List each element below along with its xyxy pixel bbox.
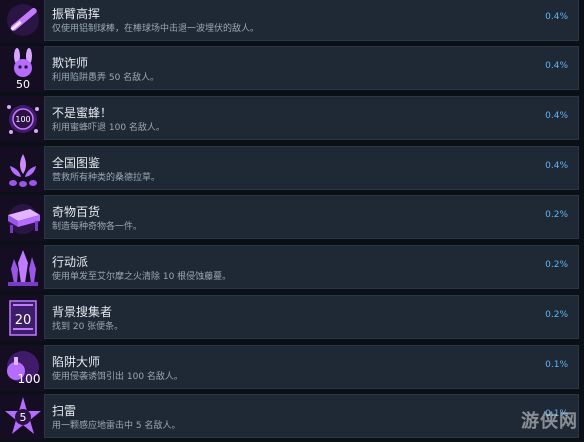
- icon-counter: 5: [20, 411, 27, 424]
- achievement-percent: 0.1%: [545, 360, 568, 370]
- achievement-panel: 扫雷 用一颗感应地雷击中 5 名敌人。 0.1%: [44, 394, 579, 438]
- note-icon: 20: [0, 295, 46, 341]
- achievement-row[interactable]: 全国图鉴 营救所有种类的桑德拉草。 0.4%: [0, 146, 584, 194]
- achievement-description: 利用蜜蜂吓退 100 名敌人。: [52, 123, 165, 133]
- icon-counter: 20: [15, 313, 32, 328]
- achievement-title: 陷阱大师: [52, 355, 101, 369]
- achievement-row[interactable]: 振臂高挥 仅使用铝制球棒，在棒球场中击退一波埋伏的敌人。 0.4%: [0, 0, 584, 45]
- achievement-description: 使用单发至艾尔摩之火清除 10 根侵蚀藤蔓。: [52, 272, 232, 282]
- achievement-row[interactable]: 100 陷阱大师 使用侵袭诱饵引出 100 名敌人。 0.1%: [0, 345, 584, 393]
- achievement-row[interactable]: 5 扫雷 用一颗感应地雷击中 5 名敌人。 0.1%: [0, 394, 584, 442]
- achievement-percent: 0.2%: [545, 210, 568, 220]
- achievement-panel: 不是蜜蜂！ 利用蜜蜂吓退 100 名敌人。 0.4%: [44, 96, 579, 140]
- achievement-title: 欺诈师: [52, 56, 89, 70]
- achievement-description: 用一颗感应地雷击中 5 名敌人。: [52, 421, 181, 431]
- achievement-description: 使用侵袭诱饵引出 100 名敌人。: [52, 372, 183, 382]
- bee-swarm-icon: 100: [0, 96, 46, 142]
- achievement-title: 奇物百货: [52, 205, 101, 219]
- achievement-description: 制造每种奇物各一件。: [52, 222, 143, 232]
- achievement-percent: 0.4%: [545, 111, 568, 121]
- achievement-description: 利用陷阱愚弄 50 名敌人。: [52, 73, 160, 83]
- achievement-title: 行动派: [52, 255, 89, 269]
- achievement-row[interactable]: 奇物百货 制造每种奇物各一件。 0.2%: [0, 195, 584, 243]
- achievement-percent: 0.2%: [545, 310, 568, 320]
- sundra-plant-icon: [0, 146, 46, 192]
- bunny-mask-icon: 50: [0, 46, 46, 92]
- achievement-panel: 全国图鉴 营救所有种类的桑德拉草。 0.4%: [44, 146, 579, 190]
- achievement-row[interactable]: 行动派 使用单发至艾尔摩之火清除 10 根侵蚀藤蔓。 0.2%: [0, 245, 584, 293]
- achievement-title: 振臂高挥: [52, 7, 101, 21]
- workbench-icon: [0, 195, 46, 241]
- achievement-percent: 0.2%: [545, 260, 568, 270]
- achievement-title: 全国图鉴: [52, 156, 101, 170]
- achievement-row[interactable]: 20 背景搜集者 找到 20 张便条。 0.2%: [0, 295, 584, 343]
- achievement-panel: 欺诈师 利用陷阱愚弄 50 名敌人。 0.4%: [44, 46, 579, 90]
- crystal-flame-icon: [0, 245, 46, 291]
- achievement-description: 仅使用铝制球棒，在棒球场中击退一波埋伏的敌人。: [52, 24, 260, 34]
- achievement-list: 振臂高挥 仅使用铝制球棒，在棒球场中击退一波埋伏的敌人。 0.4% 50 欺诈师…: [0, 0, 584, 440]
- mine-icon: 5: [0, 394, 46, 440]
- achievement-panel: 背景搜集者 找到 20 张便条。 0.2%: [44, 295, 579, 339]
- achievement-row[interactable]: 50 欺诈师 利用陷阱愚弄 50 名敌人。 0.4%: [0, 46, 584, 94]
- icon-counter: 100: [15, 115, 30, 124]
- icon-counter: 100: [18, 372, 41, 386]
- achievement-description: 找到 20 张便条。: [52, 322, 124, 332]
- achievement-description: 营救所有种类的桑德拉草。: [52, 173, 161, 183]
- achievement-percent: 0.4%: [545, 61, 568, 71]
- site-watermark: 游侠网: [521, 411, 578, 432]
- achievement-title: 扫雷: [52, 404, 77, 418]
- achievement-percent: 0.4%: [545, 161, 568, 171]
- achievement-panel: 奇物百货 制造每种奇物各一件。 0.2%: [44, 195, 579, 239]
- achievement-row[interactable]: 100 不是蜜蜂！ 利用蜜蜂吓退 100 名敌人。 0.4%: [0, 96, 584, 144]
- decoy-icon: 100: [0, 345, 46, 391]
- baseball-bat-icon: [0, 0, 46, 43]
- achievement-percent: 0.4%: [545, 12, 568, 22]
- achievement-panel: 陷阱大师 使用侵袭诱饵引出 100 名敌人。 0.1%: [44, 345, 579, 389]
- achievement-title: 不是蜜蜂！: [52, 106, 113, 120]
- icon-counter: 50: [16, 78, 30, 91]
- achievement-panel: 行动派 使用单发至艾尔摩之火清除 10 根侵蚀藤蔓。 0.2%: [44, 245, 579, 289]
- achievement-panel: 振臂高挥 仅使用铝制球棒，在棒球场中击退一波埋伏的敌人。 0.4%: [44, 0, 579, 41]
- achievement-title: 背景搜集者: [52, 305, 113, 319]
